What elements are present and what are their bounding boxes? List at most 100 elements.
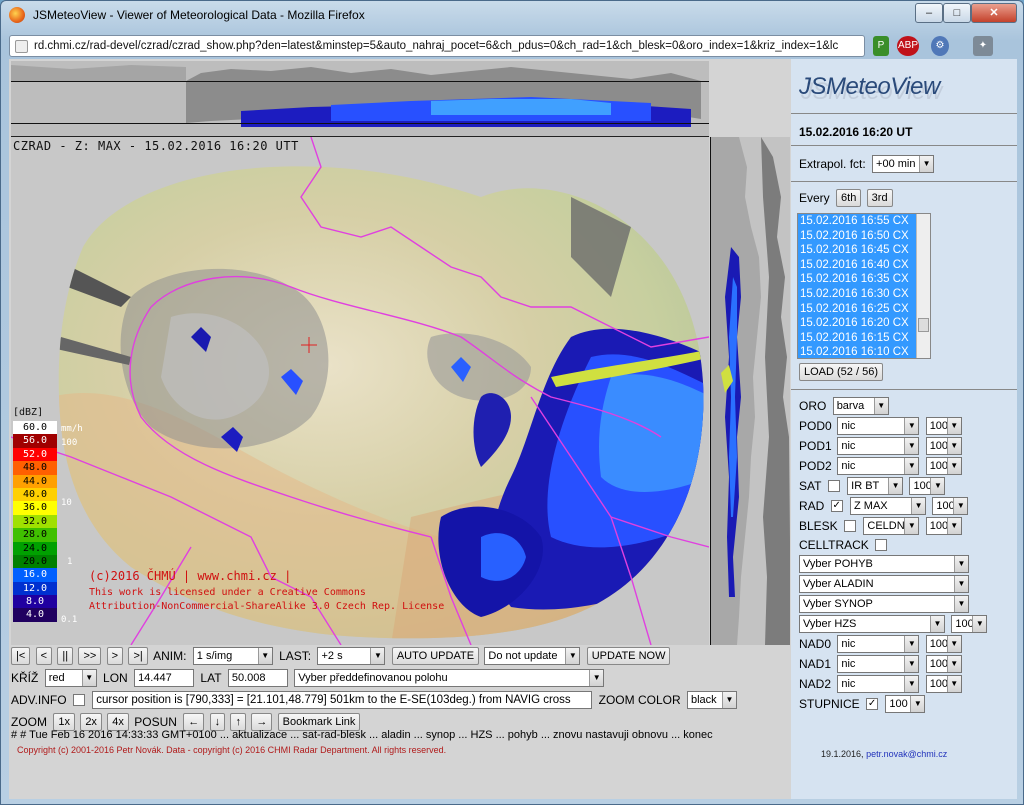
addon-p-icon[interactable]: P [873, 36, 889, 56]
update-now-button[interactable]: UPDATE NOW [586, 647, 671, 665]
legend-level: 60.0 [13, 421, 57, 435]
time-list-item[interactable]: 15.02.2016 16:50 CX [798, 228, 930, 244]
hzs-select[interactable]: Vyber HZS ▼ [799, 615, 945, 633]
vertical-profile-strip [710, 137, 790, 645]
anim-select[interactable]: 1 s/img ▼ [192, 647, 273, 665]
rad-checkbox[interactable]: ✓ [830, 500, 843, 512]
aladin-select[interactable]: Vyber ALADIN ▼ [799, 575, 969, 593]
time-list-item[interactable]: 15.02.2016 16:30 CX [798, 286, 930, 302]
pod2-select[interactable]: nic ▼ [837, 457, 920, 475]
blesk-select[interactable]: CELDN ▼ [863, 517, 920, 535]
radar-map[interactable]: CZRAD - Z: MAX - 15.02.2016 16:20 UTT [d… [11, 137, 709, 645]
legend-title: [dBZ] [13, 407, 44, 418]
position-select[interactable]: Vyber předdefinovanou polohu ▼ [294, 669, 605, 687]
extrapol-label: Extrapol. fct: [799, 157, 866, 171]
pohyb-row: Vyber POHYB ▼ [799, 555, 972, 573]
time-list-item[interactable]: 15.02.2016 16:20 CX [798, 316, 930, 331]
auto-update-select[interactable]: Do not update ▼ [484, 647, 581, 665]
kriz-value: red [48, 672, 65, 684]
close-button[interactable]: ✕ [971, 3, 1017, 23]
auto-update-button[interactable]: AUTO UPDATE [391, 647, 480, 665]
oro-label: ORO [799, 399, 827, 413]
pod0-select[interactable]: nic ▼ [837, 417, 920, 435]
pod0-pct-select[interactable]: 100 ▼ [925, 417, 962, 435]
sat-pct-select[interactable]: 100 ▼ [909, 477, 946, 495]
maximize-button[interactable]: □ [943, 3, 971, 23]
chevron-down-icon: ▼ [946, 518, 961, 534]
sat-checkbox[interactable] [827, 480, 840, 492]
chevron-down-icon: ▼ [888, 478, 903, 494]
play-button[interactable]: >> [78, 647, 102, 665]
celltrack-checkbox[interactable] [875, 538, 888, 551]
legend-mm-1: 1 [67, 557, 73, 567]
nad2-row: NAD2 nic ▼ 100 ▼ [799, 675, 965, 693]
nad0-select[interactable]: nic ▼ [837, 635, 920, 653]
time-list-item[interactable]: 15.02.2016 16:25 CX [798, 301, 930, 317]
chevron-down-icon: ▼ [721, 692, 736, 708]
time-list-item[interactable]: 15.02.2016 16:35 CX [798, 272, 930, 287]
nad1-pct-select[interactable]: 100 ▼ [925, 655, 962, 673]
blesk-value: CELDN [867, 520, 905, 532]
time-list-item[interactable]: 15.02.2016 16:10 CX [798, 345, 930, 358]
position-value: Vyber předdefinovanou polohu [298, 672, 448, 684]
last-select[interactable]: +2 s ▼ [317, 647, 386, 665]
prev-frame-button[interactable]: < [35, 647, 53, 665]
time-list[interactable]: 15.02.2016 16:55 CX 15.02.2016 16:50 CX … [797, 213, 931, 359]
scroll-thumb[interactable] [918, 318, 929, 332]
time-list-scrollbar[interactable] [916, 214, 930, 358]
page-content: CZRAD - Z: MAX - 15.02.2016 16:20 UTT [d… [9, 59, 1017, 799]
blesk-pct-select[interactable]: 100 ▼ [925, 517, 962, 535]
addon-tools-icon[interactable]: ✦ [973, 36, 993, 56]
every-3rd-button[interactable]: 3rd [866, 189, 893, 207]
url-text[interactable]: rd.chmi.cz/rad-devel/czrad/czrad_show.ph… [34, 40, 860, 52]
rad-select[interactable]: Z MAX ▼ [850, 497, 927, 515]
kriz-select[interactable]: red ▼ [44, 669, 97, 687]
blesk-checkbox[interactable] [844, 520, 857, 532]
nad0-pct-select[interactable]: 100 ▼ [925, 635, 962, 653]
stupnice-checkbox[interactable]: ✓ [866, 698, 879, 710]
address-bar[interactable]: rd.chmi.cz/rad-devel/czrad/czrad_show.ph… [9, 35, 865, 57]
oro-select[interactable]: barva ▼ [832, 397, 889, 415]
load-button[interactable]: LOAD (52 / 56) [799, 363, 883, 381]
stupnice-pct-select[interactable]: 100 ▼ [885, 695, 926, 713]
every-6th-button[interactable]: 6th [836, 189, 862, 207]
lat-input[interactable]: 50.008 [227, 669, 288, 687]
last-frame-button[interactable]: >| [128, 647, 148, 665]
pod1-pct-select[interactable]: 100 ▼ [925, 437, 962, 455]
last-label: LAST: [279, 649, 312, 663]
adblock-icon[interactable]: ABP [897, 36, 919, 56]
time-list-item[interactable]: 15.02.2016 16:40 CX [798, 257, 930, 273]
time-list-item[interactable]: 15.02.2016 16:55 CX [798, 214, 930, 229]
pause-button[interactable]: || [57, 647, 74, 665]
adv-info-checkbox[interactable] [72, 694, 85, 706]
addon-gear-icon[interactable]: ⚙ [931, 36, 949, 56]
time-list-item[interactable]: 15.02.2016 16:15 CX [798, 330, 930, 346]
synop-value: Vyber SYNOP [803, 598, 873, 610]
first-frame-button[interactable]: |< [11, 647, 31, 665]
minimize-button[interactable]: – [915, 3, 943, 23]
chevron-down-icon: ▼ [370, 648, 385, 664]
kriz-label: KŘÍŽ [11, 671, 39, 685]
viewer-panel: CZRAD - Z: MAX - 15.02.2016 16:20 UTT [d… [9, 59, 791, 799]
synop-select[interactable]: Vyber SYNOP ▼ [799, 595, 969, 613]
pohyb-select[interactable]: Vyber POHYB ▼ [799, 555, 969, 573]
nad2-select[interactable]: nic ▼ [837, 675, 920, 693]
oro-value: barva [836, 400, 865, 412]
time-list-item[interactable]: 15.02.2016 16:45 CX [798, 243, 930, 258]
rad-pct-select[interactable]: 100 ▼ [932, 497, 969, 515]
nad2-pct-select[interactable]: 100 ▼ [925, 675, 962, 693]
zoom-color-select[interactable]: black ▼ [686, 691, 737, 709]
extrapol-select[interactable]: +00 min ▼ [872, 155, 935, 173]
nad1-select[interactable]: nic ▼ [837, 655, 920, 673]
pod1-select[interactable]: nic ▼ [837, 437, 920, 455]
next-frame-button[interactable]: > [106, 647, 124, 665]
dbz-legend: [dBZ] 60.0 56.0 52.0 48.0 44.0 40.0 36.0… [13, 407, 57, 622]
rad-value: Z MAX [854, 500, 888, 512]
footer-email-link[interactable]: petr.novak@chmi.cz [866, 749, 947, 759]
lon-input[interactable]: 14.447 [134, 669, 195, 687]
chevron-down-icon: ▼ [946, 438, 961, 454]
chevron-down-icon: ▼ [930, 616, 944, 632]
hzs-pct-select[interactable]: 100 ▼ [951, 615, 988, 633]
sat-select[interactable]: IR BT ▼ [847, 477, 904, 495]
pod2-pct-select[interactable]: 100 ▼ [925, 457, 962, 475]
